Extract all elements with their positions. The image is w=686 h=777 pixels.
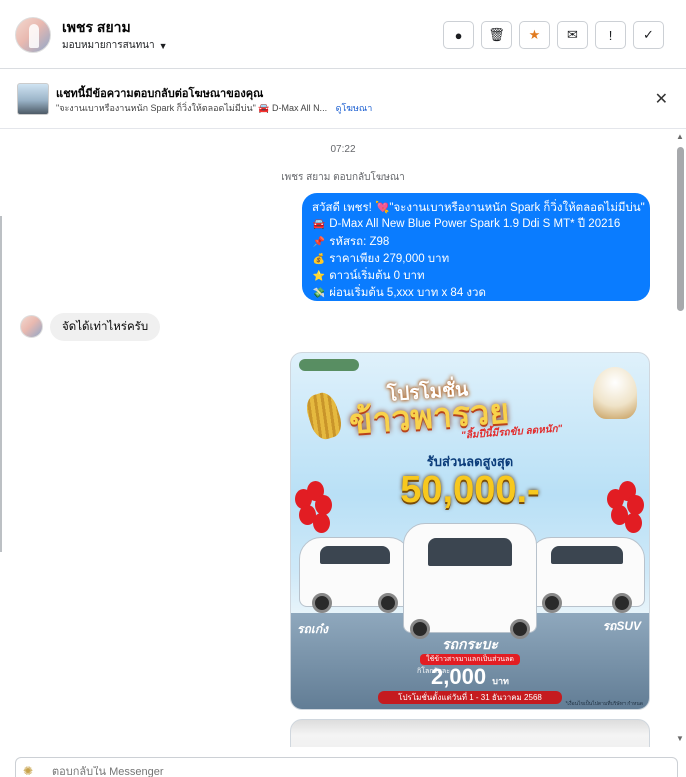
promo-footnote: *เงื่อนไขเป็นไปตามที่บริษัทฯ กำหนด — [565, 701, 643, 707]
mark-done-button[interactable]: ✓ — [633, 21, 664, 49]
ad-thumbnail[interactable] — [17, 83, 49, 115]
image-attachment-partial[interactable] — [290, 719, 650, 747]
ad-reply-banner: แชทนี้มีข้อความตอบกลับต่อโฆษณาของคุณ "จะ… — [0, 69, 686, 129]
check-icon: ✓ — [643, 27, 654, 42]
ad-subtitle-text: "จะงานเบาหรืองานหนัก Spark ก็วิ่งให้ตลอด… — [56, 103, 328, 113]
assign-conversation-dropdown[interactable]: มอบหมายการสนทนา ▼ — [62, 38, 168, 53]
close-icon[interactable]: ✕ — [655, 89, 668, 109]
car-icon: 🚘 — [312, 219, 326, 231]
pin-icon: 📌 — [312, 236, 326, 248]
scroll-down-arrow-icon[interactable]: ▼ — [676, 734, 684, 743]
sender-avatar[interactable] — [20, 315, 43, 338]
message-line: 💰 ราคาเพียง 279,000 บาท — [312, 251, 640, 268]
message-line: ⭐ ดาวน์เริ่มต้น 0 บาท — [312, 268, 640, 285]
star-icon: ⭐ — [312, 271, 326, 283]
incoming-message-bubble[interactable]: จัดได้เท่าไหร่ครับ — [50, 313, 161, 341]
message-line: สวัสดี เพชร! 💘"จะงานเบาหรืองานหนัก Spark… — [312, 202, 645, 214]
sedan-car-image — [299, 537, 411, 613]
spam-button[interactable]: ● — [443, 21, 474, 49]
message-line: 📌 รหัสรถ: Z98 — [312, 234, 640, 251]
caret-down-icon: ▼ — [158, 40, 168, 51]
message-timestamp: 07:22 — [330, 144, 356, 155]
suv-car-image — [529, 537, 645, 613]
rice-bag-icon — [593, 367, 637, 419]
promo-per-kg-value: 2,000 บาท — [431, 664, 509, 689]
money-wings-icon: 💸 — [312, 288, 326, 300]
scroll-up-arrow-icon[interactable]: ▲ — [676, 132, 684, 141]
star-icon: ★ — [528, 27, 541, 42]
mark-unread-button[interactable]: ✉ — [557, 21, 588, 49]
view-ad-link[interactable]: ดูโฆษณา — [336, 103, 373, 113]
rice-stalk-icon — [302, 389, 346, 443]
follow-up-button[interactable]: ! — [595, 21, 626, 49]
ad-banner-subtitle: "จะงานเบาหรืองานหนัก Spark ก็วิ่งให้ตลอด… — [56, 101, 372, 115]
balloons-right-icon — [605, 481, 647, 541]
pickup-label: รถกระบะ — [442, 636, 498, 652]
message-composer[interactable]: ✺ — [15, 757, 678, 777]
thread-scrollbar[interactable]: ▲ ▼ — [674, 130, 686, 747]
message-line: 🚘 D-Max All New Blue Power Spark 1.9 Ddi… — [312, 216, 640, 233]
reply-input[interactable] — [52, 766, 452, 777]
contact-avatar[interactable] — [15, 17, 51, 53]
scrollbar-thumb[interactable] — [677, 147, 684, 311]
pickup-truck-image — [403, 523, 537, 639]
outgoing-message-bubble[interactable]: สวัสดี เพชร! 💘"จะงานเบาหรืองานหนัก Spark… — [302, 193, 650, 301]
dealer-logo — [299, 359, 359, 371]
ad-banner-title: แชทนี้มีข้อความตอบกลับต่อโฆษณาของคุณ — [56, 88, 264, 100]
delete-button[interactable]: 🗑 — [481, 21, 512, 49]
page-logo-icon: ✺ — [23, 764, 34, 777]
message-thread[interactable]: 07:22 เพชร สยาม ตอบกลับโฆษณา สวัสดี เพชร… — [0, 130, 672, 747]
info-alert-icon: ● — [454, 27, 463, 43]
trash-icon: 🗑 — [488, 27, 505, 42]
promo-date-range: โปรโมชั่นตั้งแต่วันที่ 1 - 31 ธันวาคม 25… — [378, 691, 562, 704]
promo-image-attachment[interactable]: โปรโมชั่น ข้าวพารวย "ลิ้มปีนี้มีรถขับ ลด… — [290, 352, 650, 710]
assign-label: มอบหมายการสนทนา — [62, 40, 155, 51]
panel-edge — [0, 216, 2, 552]
message-line: 💸 ผ่อนเริ่มต้น 5,xxx บาท x 84 งวด — [312, 285, 640, 302]
exclamation-icon: ! — [608, 27, 613, 43]
mail-icon: ✉ — [567, 27, 578, 42]
promo-amount: 50,000.- — [400, 469, 540, 511]
money-bag-icon: 💰 — [312, 253, 326, 265]
star-button[interactable]: ★ — [519, 21, 550, 49]
conversation-header: เพชร สยาม มอบหมายการสนทนา ▼ ● 🗑 ★ ✉ ! ✓ — [0, 0, 686, 69]
balloons-left-icon — [293, 481, 335, 541]
ad-reply-note: เพชร สยาม ตอบกลับโฆษณา — [281, 172, 405, 183]
contact-name[interactable]: เพชร สยาม — [62, 17, 131, 39]
header-actions: ● 🗑 ★ ✉ ! ✓ — [443, 21, 664, 49]
